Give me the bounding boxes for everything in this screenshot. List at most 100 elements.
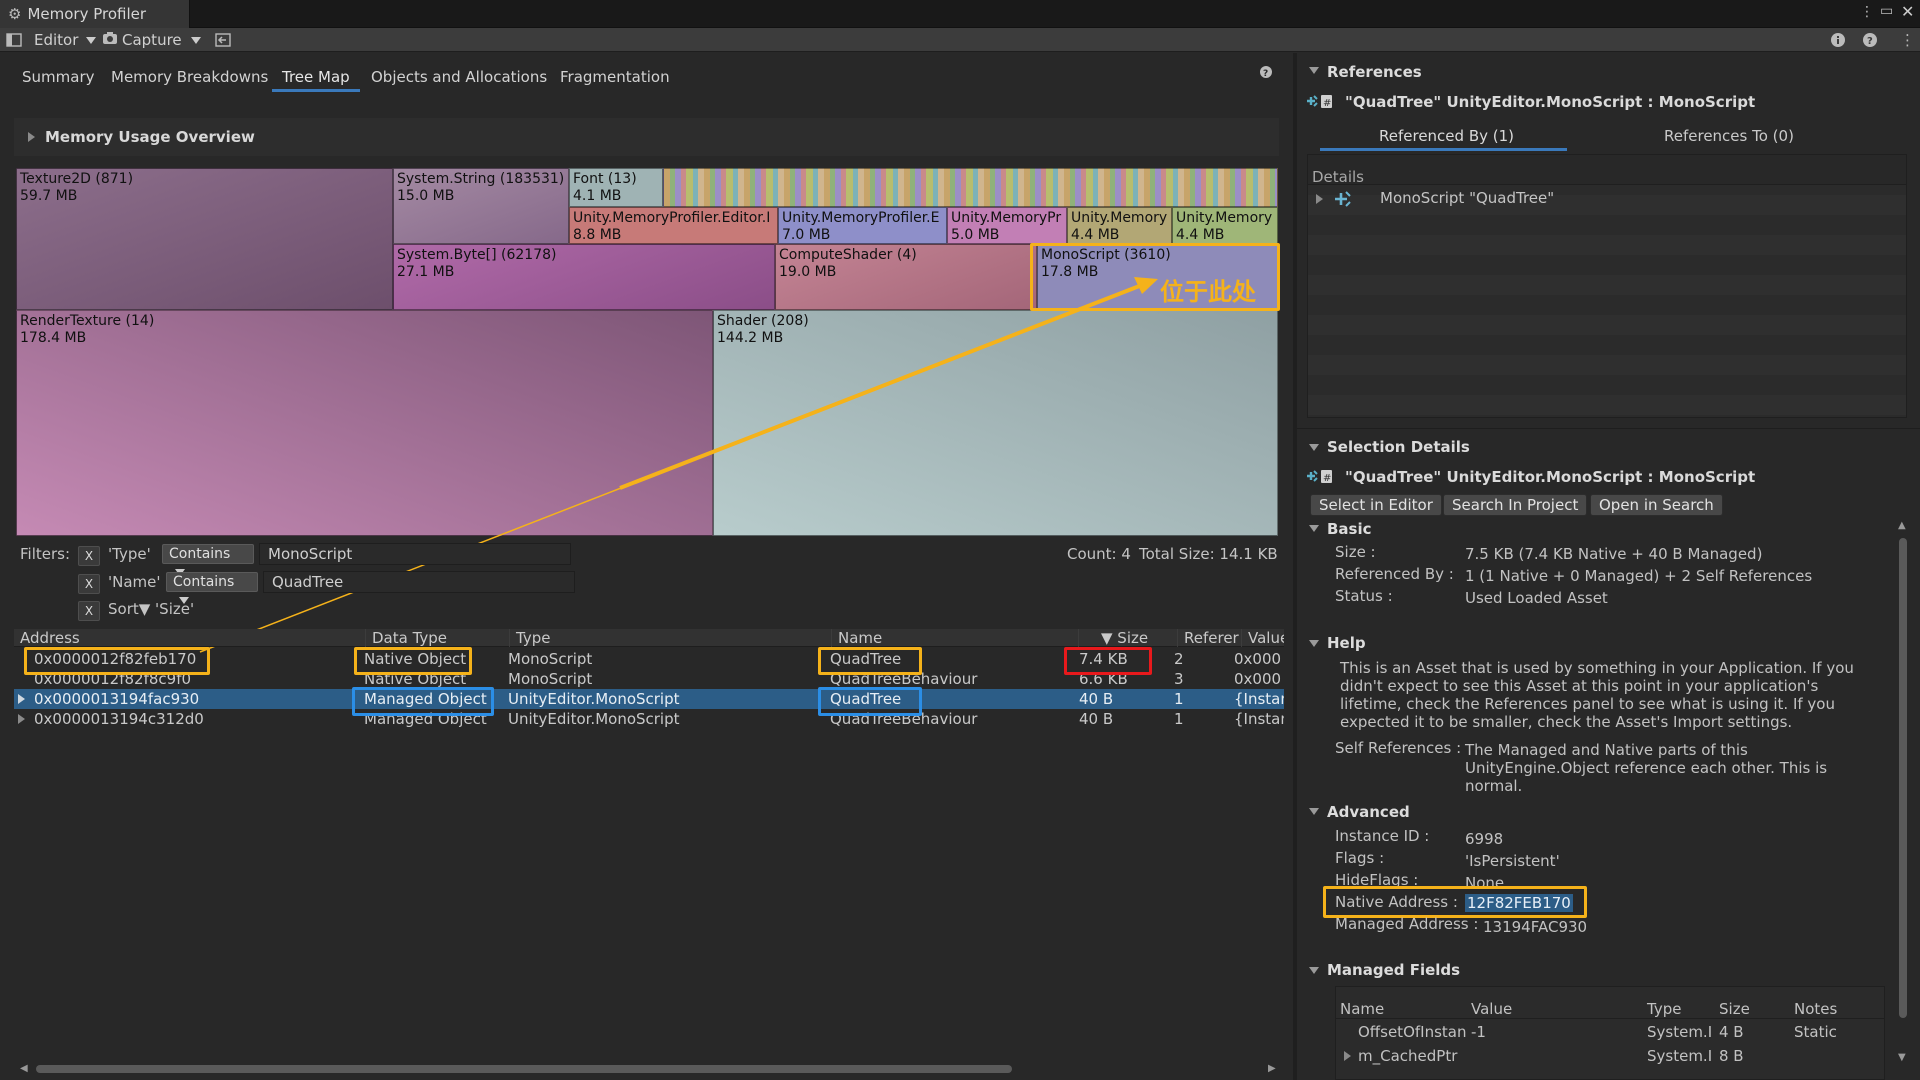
- managed-name-highlight: [818, 687, 922, 716]
- cell-type: UnityEditor.MonoScript: [508, 690, 680, 708]
- svg-text:#: #: [1323, 98, 1331, 109]
- field-size: 4 B: [1719, 1023, 1744, 1041]
- chevron-down-icon[interactable]: [1309, 67, 1319, 74]
- managed-fields-table: Name Value Type Size Notes OffsetOfInsta…: [1335, 986, 1885, 1080]
- table-row-selected[interactable]: 0x0000013194fac930 Managed Object UnityE…: [14, 689, 1284, 709]
- expand-icon[interactable]: [1344, 1051, 1351, 1061]
- cell-address: 0x0000013194fac930: [34, 690, 200, 708]
- field-name: m_CachedPtr: [1358, 1047, 1458, 1065]
- field-type: System.I: [1647, 1023, 1713, 1041]
- field-row[interactable]: m_CachedPtr System.I 8 B: [1336, 1045, 1884, 1067]
- chevron-down-icon[interactable]: [1309, 640, 1319, 647]
- filter-field: 'Name': [108, 573, 161, 591]
- scrollbar-thumb[interactable]: [1899, 538, 1907, 1018]
- native-address-highlight: [1323, 886, 1587, 918]
- help-text: This is an Asset that is used by somethi…: [1340, 659, 1854, 731]
- script-icon: [1332, 189, 1354, 211]
- scroll-up-icon[interactable]: ▲: [1898, 520, 1906, 531]
- details-header: [1308, 155, 1906, 185]
- monoscript-icon: #: [1305, 467, 1335, 489]
- field-size: 8 B: [1719, 1047, 1744, 1065]
- filter-operator-dropdown[interactable]: Contains: [166, 572, 258, 604]
- active-tab-indicator: [1320, 148, 1567, 151]
- filter-operator-dropdown[interactable]: Contains: [162, 544, 254, 576]
- field-column-size[interactable]: Size: [1719, 1000, 1750, 1018]
- field-column-name[interactable]: Name: [1340, 1000, 1384, 1018]
- self-references-value: The Managed and Native parts of this Uni…: [1465, 741, 1828, 795]
- remove-filter-button[interactable]: X: [78, 546, 100, 566]
- tab-referenced-by[interactable]: Referenced By (1): [1379, 127, 1514, 145]
- cell-value: 0x000: [1234, 670, 1282, 688]
- field-notes: Static: [1794, 1023, 1837, 1041]
- total-size-label: Total Size: 14.1 KB: [1139, 545, 1278, 563]
- expand-icon[interactable]: [18, 714, 25, 724]
- address-highlight: [24, 647, 210, 675]
- cell-size: 40 B: [1079, 710, 1114, 728]
- expand-icon[interactable]: [18, 694, 25, 704]
- column-references[interactable]: Referer: [1178, 629, 1242, 647]
- vertical-scrollbar[interactable]: ▲ ▼: [1896, 520, 1910, 1070]
- horizontal-scrollbar[interactable]: ◀ ▶: [14, 1062, 1284, 1076]
- tab-references-to[interactable]: References To (0): [1664, 127, 1794, 145]
- select-in-editor-button[interactable]: Select in Editor: [1310, 494, 1442, 516]
- native-object-highlight: [354, 647, 472, 675]
- selection-details-header: Selection Details: [1327, 438, 1470, 456]
- filter-name-input[interactable]: QuadTree: [263, 571, 575, 593]
- expand-icon[interactable]: [1316, 194, 1323, 204]
- monoscript-icon: #: [1305, 92, 1335, 114]
- remove-sort-button[interactable]: X: [78, 601, 100, 621]
- flags-value: 'IsPersistent': [1465, 852, 1560, 870]
- remove-filter-button[interactable]: X: [78, 574, 100, 594]
- cell-type: MonoScript: [508, 650, 593, 668]
- reference-item[interactable]: MonoScript "QuadTree": [1308, 188, 1906, 210]
- table-row[interactable]: 0x0000013194c312d0 Managed Object UnityE…: [14, 709, 1284, 729]
- column-data-type[interactable]: Data Type: [366, 629, 510, 647]
- help-header: Help: [1327, 634, 1366, 652]
- field-column-notes[interactable]: Notes: [1794, 1000, 1837, 1018]
- chevron-down-icon[interactable]: [1309, 525, 1319, 532]
- scroll-left-icon[interactable]: ◀: [20, 1063, 28, 1074]
- chevron-down-icon[interactable]: [1309, 444, 1319, 451]
- size-value: 7.5 KB (7.4 KB Native + 40 B Managed): [1465, 545, 1763, 563]
- advanced-header: Advanced: [1327, 803, 1410, 821]
- column-type[interactable]: Type: [510, 629, 832, 647]
- chevron-down-icon[interactable]: [1309, 808, 1319, 815]
- cell-value: {Instan: [1234, 690, 1284, 708]
- size-label: Size :: [1335, 543, 1376, 561]
- scroll-down-icon[interactable]: ▼: [1898, 1052, 1906, 1063]
- chevron-down-icon[interactable]: [1309, 967, 1319, 974]
- operator-label: Contains: [173, 574, 235, 590]
- field-name: OffsetOfInstan: [1358, 1023, 1467, 1041]
- filter-field: 'Type': [108, 545, 151, 563]
- references-tree: Details MonoScript "QuadTree": [1307, 154, 1907, 418]
- column-address[interactable]: Address: [14, 629, 366, 647]
- section-divider: [1297, 428, 1920, 429]
- field-column-value[interactable]: Value: [1471, 1000, 1512, 1018]
- field-row[interactable]: OffsetOfInstan -1 System.I 4 B Static: [1336, 1021, 1884, 1043]
- cell-references: 1: [1174, 690, 1184, 708]
- basic-header: Basic: [1327, 520, 1372, 538]
- field-column-type[interactable]: Type: [1647, 1000, 1681, 1018]
- details-label: Details: [1312, 168, 1365, 186]
- svg-text:#: #: [1323, 473, 1331, 484]
- open-in-search-button[interactable]: Open in Search: [1590, 494, 1723, 516]
- search-in-project-button[interactable]: Search In Project: [1443, 494, 1588, 516]
- column-size[interactable]: ▼ Size: [1079, 629, 1178, 647]
- column-value[interactable]: Value: [1242, 629, 1284, 647]
- filters-label: Filters:: [20, 545, 71, 563]
- references-header: References: [1327, 63, 1422, 81]
- cell-references: 2: [1174, 650, 1184, 668]
- managed-address-value: 13194FAC930: [1483, 918, 1588, 936]
- cell-references: 1: [1174, 710, 1184, 728]
- selection-object-title: "QuadTree" UnityEditor.MonoScript : Mono…: [1345, 468, 1756, 486]
- referenced-by-value: 1 (1 Native + 0 Managed) + 2 Self Refere…: [1465, 567, 1813, 585]
- scrollbar-thumb[interactable]: [36, 1065, 1012, 1073]
- managed-object-highlight: [352, 687, 494, 716]
- scroll-right-icon[interactable]: ▶: [1268, 1063, 1276, 1074]
- instance-id-value: 6998: [1465, 830, 1504, 848]
- cell-references: 3: [1174, 670, 1184, 688]
- column-name[interactable]: Name: [832, 629, 1079, 647]
- status-label: Status :: [1335, 587, 1393, 605]
- filter-type-input[interactable]: MonoScript: [259, 543, 571, 565]
- cell-size: 40 B: [1079, 690, 1114, 708]
